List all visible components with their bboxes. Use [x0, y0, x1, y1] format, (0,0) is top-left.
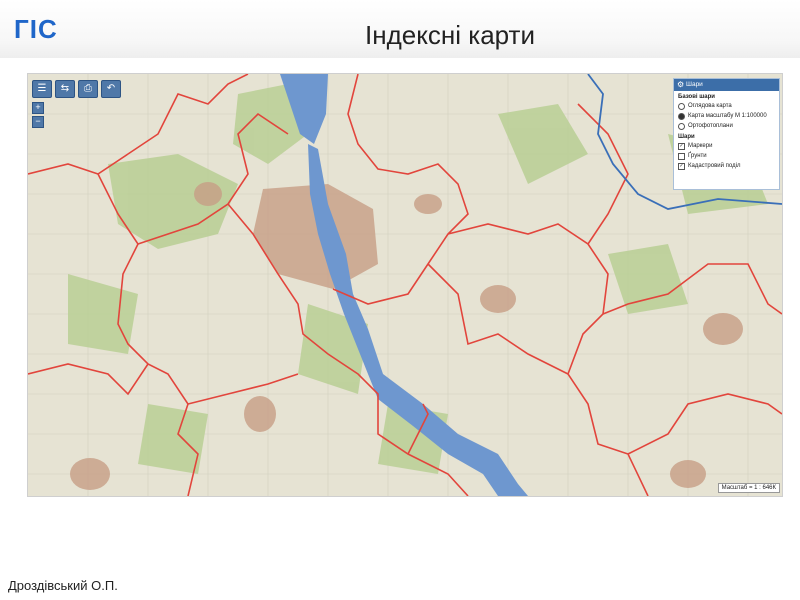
layers-panel: ⚙ Шари Базові шари Оглядова карта Карта … — [673, 78, 780, 190]
radio-button[interactable] — [678, 102, 685, 110]
scale-indicator: Масштаб = 1 : 646К — [717, 483, 780, 493]
base-layer-label: Карта масштабу М 1:100000 — [688, 113, 767, 119]
overlay-layer-label: Маркери — [688, 143, 713, 149]
base-layer-label: Ортофотоплани — [688, 123, 733, 129]
zoom-control: + − — [32, 102, 44, 128]
overlay-layer-option[interactable]: ✓ Кадастровий поділ — [674, 161, 779, 171]
checkbox-checked[interactable]: ✓ — [678, 142, 685, 150]
overlay-layer-option[interactable]: ✓ Маркери — [674, 141, 779, 151]
zoom-out-button[interactable]: − — [32, 116, 44, 128]
overlay-layer-option[interactable]: Ґрунти — [674, 151, 779, 161]
zoom-in-button[interactable]: + — [32, 102, 44, 114]
base-layer-option[interactable]: Оглядова карта — [674, 101, 779, 111]
author-footer: Дроздівський О.П. — [8, 578, 118, 593]
overlay-layer-label: Кадастровий поділ — [688, 163, 741, 169]
base-layers-heading: Базові шари — [678, 94, 715, 100]
base-layer-option[interactable]: Ортофотоплани — [674, 121, 779, 131]
layers-panel-title: Шари — [686, 81, 703, 88]
overlay-layer-label: Ґрунти — [688, 153, 707, 159]
map-toolbar: ☰ ⇆ ⎙ ↶ — [32, 80, 121, 98]
map-canvas[interactable] — [28, 74, 782, 496]
map-view[interactable]: ☰ ⇆ ⎙ ↶ + − ⚙ Шари Базові шари Оглядова … — [27, 73, 783, 497]
back-button[interactable]: ↶ — [101, 80, 121, 98]
measure-button[interactable]: ⇆ — [55, 80, 75, 98]
overlay-layers-heading: Шари — [678, 134, 695, 140]
layers-toggle-button[interactable]: ☰ — [32, 80, 52, 98]
radio-button[interactable] — [678, 122, 685, 130]
checkbox[interactable] — [678, 152, 685, 160]
base-layer-label: Оглядова карта — [688, 103, 732, 109]
slide-title: Індексні карти — [365, 20, 535, 50]
print-button[interactable]: ⎙ — [78, 80, 98, 98]
base-layer-option[interactable]: Карта масштабу М 1:100000 — [674, 111, 779, 121]
layers-panel-header[interactable]: ⚙ Шари — [674, 79, 779, 91]
checkbox-checked[interactable]: ✓ — [678, 162, 685, 170]
gear-icon: ⚙ — [677, 80, 685, 89]
gis-label: ГІС — [14, 14, 58, 44]
radio-button-selected[interactable] — [678, 112, 685, 120]
